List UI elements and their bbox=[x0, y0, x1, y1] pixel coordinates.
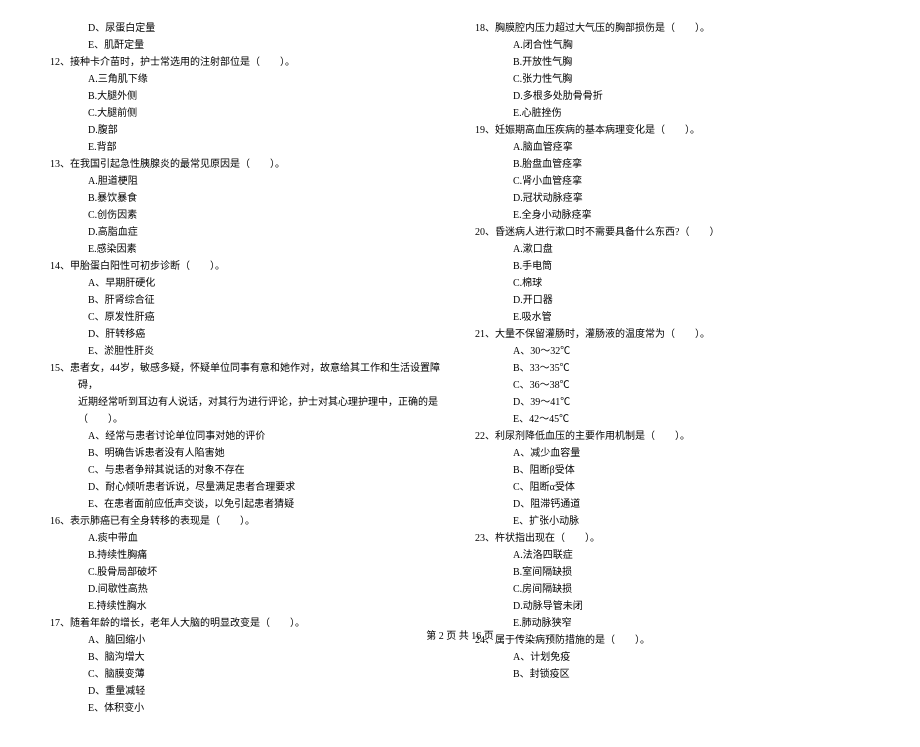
q17-b: B、脑沟增大 bbox=[50, 649, 445, 666]
q11-opt-e: E、肌酐定量 bbox=[50, 37, 445, 54]
q15-text1: 15、患者女，44岁，敏感多疑，怀疑单位同事有意和她作对，故意给其工作和生活设置… bbox=[50, 360, 445, 394]
q12-d: D.腹部 bbox=[50, 122, 445, 139]
q16-d: D.间歇性高热 bbox=[50, 581, 445, 598]
q24-a: A、计划免疫 bbox=[475, 649, 870, 666]
q15-text2: 近期经常听到耳边有人说话，对其行为进行评论，护士对其心理护理中，正确的是（ ）。 bbox=[50, 394, 445, 428]
q22-text: 22、利尿剂降低血压的主要作用机制是（ ）。 bbox=[475, 428, 870, 445]
q20-text: 20、昏迷病人进行漱口时不需要具备什么东西?（ ） bbox=[475, 224, 870, 241]
q16-a: A.痰中带血 bbox=[50, 530, 445, 547]
q22-e: E、扩张小动脉 bbox=[475, 513, 870, 530]
left-column: D、尿蛋白定量 E、肌酐定量 12、接种卡介苗时，护士常选用的注射部位是（ ）。… bbox=[50, 20, 445, 717]
q22-d: D、阻滞钙通道 bbox=[475, 496, 870, 513]
q12-text: 12、接种卡介苗时，护士常选用的注射部位是（ ）。 bbox=[50, 54, 445, 71]
q13-e: E.感染因素 bbox=[50, 241, 445, 258]
q12-a: A.三角肌下缘 bbox=[50, 71, 445, 88]
q11-opt-d: D、尿蛋白定量 bbox=[50, 20, 445, 37]
q18-d: D.多根多处肋骨骨折 bbox=[475, 88, 870, 105]
q20-b: B.手电筒 bbox=[475, 258, 870, 275]
q12-c: C.大腿前侧 bbox=[50, 105, 445, 122]
q22-b: B、阻断β受体 bbox=[475, 462, 870, 479]
q15-e: E、在患者面前应低声交谈，以免引起患者猜疑 bbox=[50, 496, 445, 513]
q19-b: B.胎盘血管痉挛 bbox=[475, 156, 870, 173]
q12-e: E.背部 bbox=[50, 139, 445, 156]
q24-b: B、封锁疫区 bbox=[475, 666, 870, 683]
q18-text: 18、胸膜腔内压力超过大气压的胸部损伤是（ ）。 bbox=[475, 20, 870, 37]
q21-d: D、39～41℃ bbox=[475, 394, 870, 411]
q23-c: C.房间隔缺损 bbox=[475, 581, 870, 598]
page-footer: 第 2 页 共 16 页 bbox=[0, 627, 920, 642]
q20-e: E.吸水管 bbox=[475, 309, 870, 326]
q20-d: D.开口器 bbox=[475, 292, 870, 309]
q14-b: B、肝肾综合征 bbox=[50, 292, 445, 309]
q19-text: 19、妊娠期高血压疾病的基本病理变化是（ ）。 bbox=[475, 122, 870, 139]
q15-b: B、明确告诉患者没有人陷害她 bbox=[50, 445, 445, 462]
q21-e: E、42～45℃ bbox=[475, 411, 870, 428]
q16-b: B.持续性胸痛 bbox=[50, 547, 445, 564]
q23-text: 23、杵状指出现在（ ）。 bbox=[475, 530, 870, 547]
q18-b: B.开放性气胸 bbox=[475, 54, 870, 71]
q22-c: C、阻断α受体 bbox=[475, 479, 870, 496]
q21-b: B、33～35℃ bbox=[475, 360, 870, 377]
q17-e: E、体积变小 bbox=[50, 700, 445, 717]
q12-b: B.大腿外侧 bbox=[50, 88, 445, 105]
q16-e: E.持续性胸水 bbox=[50, 598, 445, 615]
q13-text: 13、在我国引起急性胰腺炎的最常见原因是（ ）。 bbox=[50, 156, 445, 173]
q23-d: D.动脉导管未闭 bbox=[475, 598, 870, 615]
q20-a: A.漱口盘 bbox=[475, 241, 870, 258]
q22-a: A、减少血容量 bbox=[475, 445, 870, 462]
q18-a: A.闭合性气胸 bbox=[475, 37, 870, 54]
right-column: 18、胸膜腔内压力超过大气压的胸部损伤是（ ）。 A.闭合性气胸 B.开放性气胸… bbox=[475, 20, 870, 717]
q19-c: C.肾小血管痉挛 bbox=[475, 173, 870, 190]
q14-d: D、肝转移癌 bbox=[50, 326, 445, 343]
q13-c: C.创伤因素 bbox=[50, 207, 445, 224]
q19-e: E.全身小动脉痉挛 bbox=[475, 207, 870, 224]
q15-a: A、经常与患者讨论单位同事对她的评价 bbox=[50, 428, 445, 445]
q19-d: D.冠状动脉痉挛 bbox=[475, 190, 870, 207]
q13-d: D.高脂血症 bbox=[50, 224, 445, 241]
q18-c: C.张力性气胸 bbox=[475, 71, 870, 88]
q15-c: C、与患者争辩其说话的对象不存在 bbox=[50, 462, 445, 479]
q18-e: E.心脏挫伤 bbox=[475, 105, 870, 122]
q21-c: C、36～38℃ bbox=[475, 377, 870, 394]
q23-b: B.室间隔缺损 bbox=[475, 564, 870, 581]
q16-text: 16、表示肺癌已有全身转移的表现是（ ）。 bbox=[50, 513, 445, 530]
q16-c: C.股骨局部破坏 bbox=[50, 564, 445, 581]
q14-e: E、淤胆性肝炎 bbox=[50, 343, 445, 360]
q14-c: C、原发性肝癌 bbox=[50, 309, 445, 326]
q21-text: 21、大量不保留灌肠时，灌肠液的温度常为（ ）。 bbox=[475, 326, 870, 343]
q14-a: A、早期肝硬化 bbox=[50, 275, 445, 292]
q15-d: D、耐心倾听患者诉说，尽量满足患者合理要求 bbox=[50, 479, 445, 496]
q13-b: B.暴饮暴食 bbox=[50, 190, 445, 207]
q23-a: A.法洛四联症 bbox=[475, 547, 870, 564]
q21-a: A、30～32℃ bbox=[475, 343, 870, 360]
q19-a: A.脑血管痉挛 bbox=[475, 139, 870, 156]
q20-c: C.棉球 bbox=[475, 275, 870, 292]
q14-text: 14、甲胎蛋白阳性可初步诊断（ ）。 bbox=[50, 258, 445, 275]
q17-d: D、重量减轻 bbox=[50, 683, 445, 700]
q13-a: A.胆道梗阻 bbox=[50, 173, 445, 190]
q17-c: C、脑膜变薄 bbox=[50, 666, 445, 683]
